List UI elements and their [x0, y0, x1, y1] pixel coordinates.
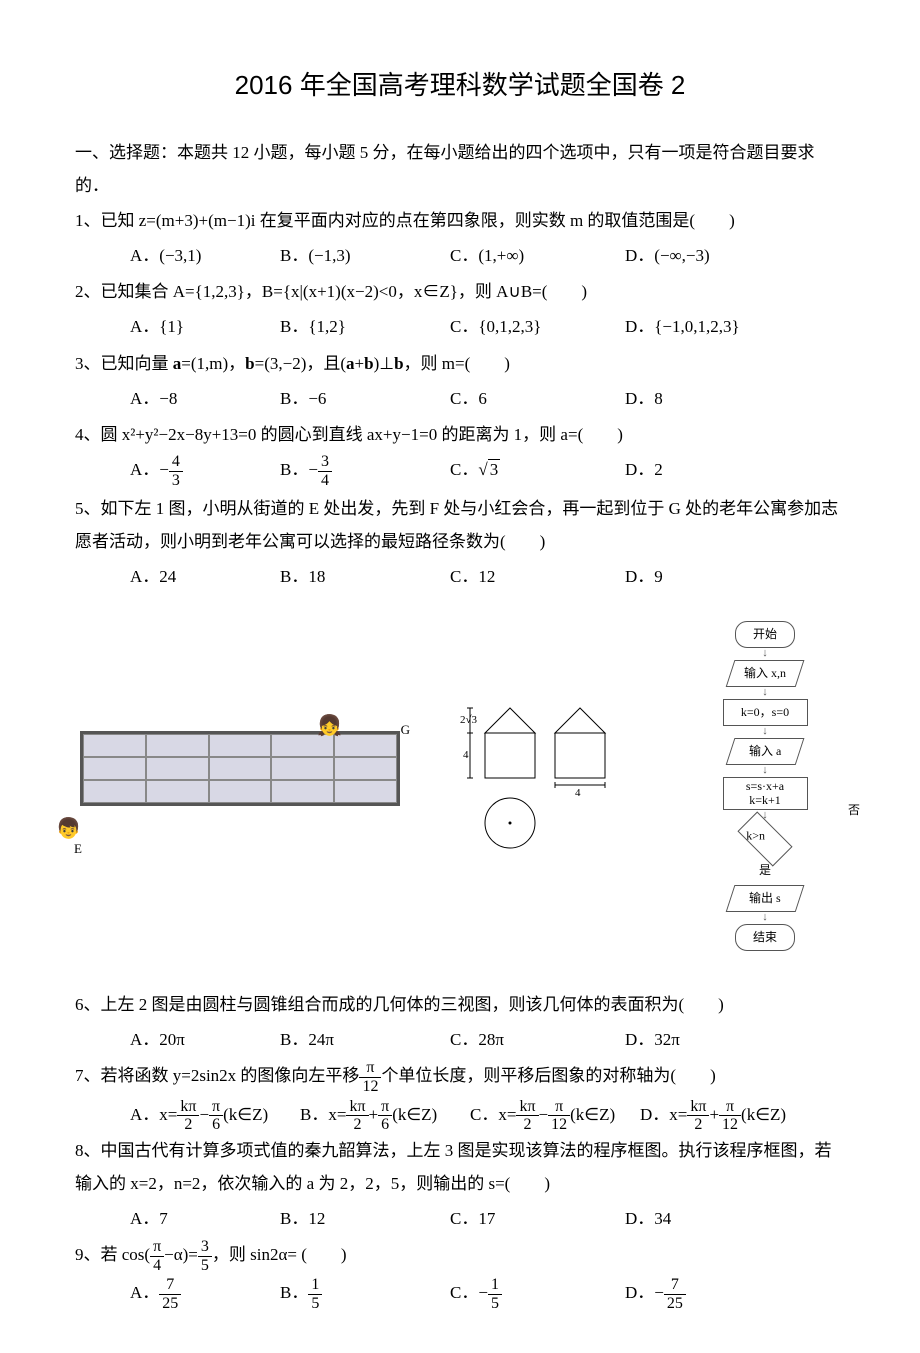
- q4-options: A．−43 B．−34 C．3 D．2: [75, 453, 845, 489]
- fig2-h2: 4: [463, 749, 469, 761]
- flow-output: 输出 s: [726, 885, 805, 912]
- q5-options: A．24 B．18 C．12 D．9: [75, 560, 845, 593]
- q8-opt-b: B．12: [280, 1202, 450, 1235]
- q3-opt-a: A．−8: [130, 382, 280, 415]
- q5-opt-b: B．18: [280, 560, 450, 593]
- figures-row: 👧 G 👦 E 2√3 4 4 开始 ↓ 输入: [75, 619, 845, 954]
- q3-pre: 3、已知向量: [75, 354, 173, 373]
- q2-opt-a: A．{1}: [130, 310, 280, 343]
- q4-opt-b: B．−34: [280, 453, 450, 489]
- question-1: 1、已知 z=(m+3)+(m−1)i 在复平面内对应的点在第四象限，则实数 m…: [75, 204, 845, 237]
- question-7: 7、若将函数 y=2sin2x 的图像向左平移π12个单位长度，则平移后图象的对…: [75, 1059, 845, 1095]
- flow-input-a: 输入 a: [726, 738, 805, 765]
- fig2-w: 4: [575, 787, 581, 799]
- q3-m3: )⊥: [374, 354, 394, 373]
- q8-opt-d: D．34: [625, 1202, 671, 1235]
- q1-opt-a: A．(−3,1): [130, 239, 280, 272]
- flow-end: 结束: [735, 924, 795, 951]
- q7-opt-b: B．x=kπ2+π6(k∈Z): [300, 1098, 470, 1134]
- label-g: G: [401, 717, 410, 742]
- q1-opt-d: D．(−∞,−3): [625, 239, 710, 272]
- q7-opt-d: D．x=kπ2+π12(k∈Z): [640, 1098, 810, 1134]
- q6-options: A．20π B．24π C．28π D．32π: [75, 1023, 845, 1056]
- figure-2-three-views: 2√3 4 4: [460, 703, 630, 869]
- q1-opt-c: C．(1,+∞): [450, 239, 625, 272]
- question-3: 3、已知向量 a=(1,m)，b=(3,−2)，且(a+b)⊥b，则 m=( ): [75, 347, 845, 380]
- q3-b3: b: [394, 354, 403, 373]
- q3-m1: =(1,m)，: [181, 354, 245, 373]
- flow-condition: k>n: [737, 812, 792, 867]
- section-1-header: 一、选择题：本题共 12 小题，每小题 5 分，在每小题给出的四个选项中，只有一…: [75, 136, 845, 202]
- q9-opt-a: A．725: [130, 1276, 280, 1312]
- q3-opt-d: D．8: [625, 382, 663, 415]
- flow-calc: s=s·x+a k=k+1: [723, 777, 808, 810]
- q9-opt-b: B．15: [280, 1276, 450, 1312]
- q7-opt-a: A．x=kπ2−π6(k∈Z): [130, 1098, 300, 1134]
- q4-opt-c: C．3: [450, 453, 625, 489]
- q1-opt-b: B．(−1,3): [280, 239, 450, 272]
- q3-a2: a: [346, 354, 355, 373]
- q8-opt-a: A．7: [130, 1202, 280, 1235]
- q4-opt-a: A．−43: [130, 453, 280, 489]
- q9-opt-d: D．−725: [625, 1276, 686, 1312]
- flow-no-label: 否: [848, 799, 860, 822]
- question-4: 4、圆 x²+y²−2x−8y+13=0 的圆心到直线 ax+y−1=0 的距离…: [75, 418, 845, 451]
- fig2-h1: 2√3: [460, 714, 478, 726]
- q5-opt-a: A．24: [130, 560, 280, 593]
- question-2: 2、已知集合 A={1,2,3}，B={x|(x+1)(x−2)<0，x∈Z}，…: [75, 275, 845, 308]
- q3-b2: b: [364, 354, 373, 373]
- figure-1-street-grid: 👧 G 👦 E: [80, 731, 400, 841]
- q9-options: A．725 B．15 C．−15 D．−725: [75, 1276, 845, 1312]
- q5-opt-d: D．9: [625, 560, 663, 593]
- question-8: 8、中国古代有计算多项式值的秦九韶算法，上左 3 图是实现该算法的程序框图。执行…: [75, 1134, 845, 1200]
- question-6: 6、上左 2 图是由圆柱与圆锥组合而成的几何体的三视图，则该几何体的表面积为( …: [75, 988, 845, 1021]
- q3-opt-b: B．−6: [280, 382, 450, 415]
- q6-opt-a: A．20π: [130, 1023, 280, 1056]
- q3-options: A．−8 B．−6 C．6 D．8: [75, 382, 845, 415]
- exam-title: 2016 年全国高考理科数学试题全国卷 2: [75, 60, 845, 111]
- flow-init: k=0，s=0: [723, 699, 808, 726]
- q1-options: A．(−3,1) B．(−1,3) C．(1,+∞) D．(−∞,−3): [75, 239, 845, 272]
- q3-end: ，则 m=( ): [404, 354, 510, 373]
- q7-options: A．x=kπ2−π6(k∈Z) B．x=kπ2+π6(k∈Z) C．x=kπ2−…: [75, 1098, 845, 1134]
- label-e: E: [74, 836, 82, 861]
- q3-m2: =(3,−2)，且(: [255, 354, 346, 373]
- q6-opt-c: C．28π: [450, 1023, 625, 1056]
- q5-opt-c: C．12: [450, 560, 625, 593]
- flow-input-xn: 输入 x,n: [726, 660, 805, 687]
- question-9: 9、若 cos(π4−α)=35，则 sin2α= ( ): [75, 1238, 845, 1274]
- question-5: 5、如下左 1 图，小明从街道的 E 处出发，先到 F 处与小红会合，再一起到位…: [75, 492, 845, 558]
- q3-opt-c: C．6: [450, 382, 625, 415]
- person-f-icon: 👧: [317, 707, 342, 746]
- q2-opt-b: B．{1,2}: [280, 310, 450, 343]
- q9-opt-c: C．−15: [450, 1276, 625, 1312]
- figure-3-flowchart: 开始 ↓ 输入 x,n ↓ k=0，s=0 ↓ 输入 a ↓ s=s·x+a k…: [690, 619, 840, 954]
- q2-options: A．{1} B．{1,2} C．{0,1,2,3} D．{−1,0,1,2,3}: [75, 310, 845, 343]
- q8-options: A．7 B．12 C．17 D．34: [75, 1202, 845, 1235]
- q3-vecb: b: [245, 354, 254, 373]
- q2-opt-c: C．{0,1,2,3}: [450, 310, 625, 343]
- flow-start: 开始: [735, 621, 795, 648]
- q3-veca: a: [173, 354, 182, 373]
- q2-opt-d: D．{−1,0,1,2,3}: [625, 310, 740, 343]
- q6-opt-d: D．32π: [625, 1023, 680, 1056]
- q8-opt-c: C．17: [450, 1202, 625, 1235]
- q4-opt-d: D．2: [625, 453, 663, 489]
- q6-opt-b: B．24π: [280, 1023, 450, 1056]
- q7-opt-c: C．x=kπ2−π12(k∈Z): [470, 1098, 640, 1134]
